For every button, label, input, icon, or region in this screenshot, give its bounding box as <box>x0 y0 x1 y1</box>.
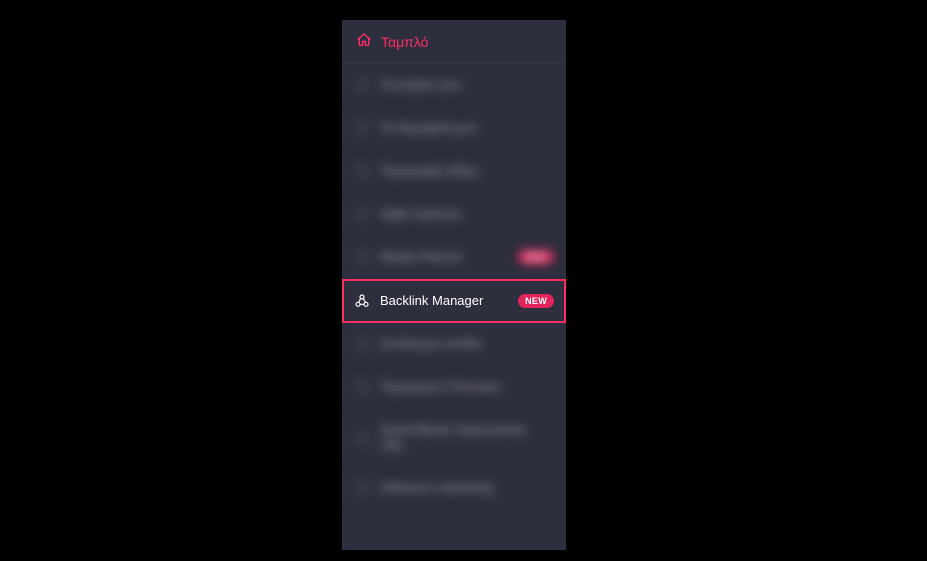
sidebar-items: Τα project μου Τα δημοφιλή μου › Περιγρα… <box>342 64 566 550</box>
sidebar-item-label: Τα δημοφιλή μου <box>380 120 541 136</box>
sidebar-item[interactable]: Influence marketing › <box>342 467 566 510</box>
chevron-right-icon: › <box>551 165 554 177</box>
sidebar-item-label: Περιοχικών Premium <box>380 379 541 395</box>
generic-icon <box>354 379 370 395</box>
home-icon <box>356 32 372 51</box>
sidebar-header-label: Ταμπλό <box>381 34 428 50</box>
sidebar-item[interactable]: Περιγραφή λέξεις › <box>342 150 566 193</box>
generic-icon <box>354 430 370 446</box>
sidebar-item-label: Backlink Manager <box>380 293 508 309</box>
generic-icon <box>354 336 370 352</box>
sidebar-item-label: SearchBook παρουσίαση URL <box>380 422 541 453</box>
sidebar-item-backlink-manager[interactable]: Backlink Manager NEW <box>342 279 566 323</box>
chevron-right-icon: › <box>551 381 554 393</box>
new-badge: NEW <box>518 250 554 265</box>
sidebar-item-label: Περιγραφή λέξεις <box>380 163 541 179</box>
chevron-right-icon: › <box>551 208 554 220</box>
sidebar-item-label: Media Planner <box>380 249 508 265</box>
generic-icon <box>354 249 370 265</box>
sidebar-header[interactable]: Ταμπλό <box>342 20 566 64</box>
chevron-right-icon: › <box>551 338 554 350</box>
generic-icon <box>354 163 370 179</box>
chevron-right-icon: › <box>551 482 554 494</box>
sidebar-item-label: Influence marketing <box>380 480 541 496</box>
sidebar-item[interactable]: SearchBook παρουσίαση URL › <box>342 409 566 467</box>
generic-icon <box>354 77 370 93</box>
sidebar-item[interactable]: Τα project μου <box>342 64 566 107</box>
generic-icon <box>354 120 370 136</box>
sidebar-item[interactable]: Περιοχικών Premium › <box>342 366 566 409</box>
sidebar-item[interactable]: Agile κειμένου › <box>342 193 566 236</box>
backlink-icon <box>354 293 370 309</box>
sidebar-item[interactable]: Τα δημοφιλή μου › <box>342 107 566 150</box>
sidebar-item-label: Agile κειμένου <box>380 206 541 222</box>
sidebar-item-label: Τα project μου <box>380 77 554 93</box>
generic-icon <box>354 480 370 496</box>
chevron-right-icon: › <box>551 122 554 134</box>
chevron-right-icon: › <box>551 432 554 444</box>
sidebar-item-label: Σύνδεσμοι σελίδα <box>380 336 541 352</box>
generic-icon <box>354 206 370 222</box>
sidebar-item[interactable]: Media Planner NEW <box>342 236 566 279</box>
sidebar-item[interactable]: Σύνδεσμοι σελίδα › <box>342 323 566 366</box>
sidebar: Ταμπλό Τα project μου Τα δημοφιλή μου › … <box>342 20 566 550</box>
new-badge: NEW <box>518 294 554 309</box>
